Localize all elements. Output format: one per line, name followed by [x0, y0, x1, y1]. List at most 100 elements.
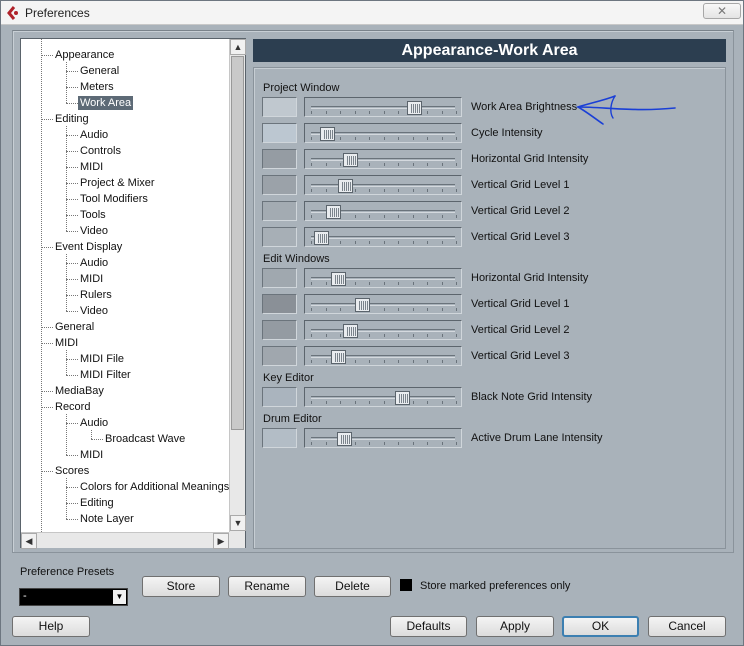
intensity-slider[interactable]	[304, 387, 462, 407]
tree-connector	[91, 439, 103, 440]
slider-tick	[325, 334, 327, 337]
slider-thumb[interactable]	[331, 272, 347, 286]
apply-button[interactable]: Apply	[476, 616, 554, 637]
tree-item[interactable]: Colors for Additional Meanings	[80, 480, 229, 494]
intensity-slider[interactable]	[304, 97, 462, 117]
tree-item[interactable]: MIDI Filter	[80, 368, 131, 382]
slider-tick	[441, 308, 443, 311]
ok-button[interactable]: OK	[562, 616, 639, 637]
rename-button[interactable]: Rename	[228, 576, 306, 597]
intensity-slider[interactable]	[304, 149, 462, 169]
tree-vertical-scrollbar[interactable]: ▲ ▼	[229, 39, 246, 532]
tree-item[interactable]: Editing	[55, 112, 89, 126]
slider-thumb[interactable]	[326, 205, 342, 219]
color-swatch[interactable]	[262, 149, 297, 169]
preset-dropdown[interactable]: - ▼	[19, 588, 128, 606]
cancel-button[interactable]: Cancel	[648, 616, 726, 637]
intensity-slider[interactable]	[304, 320, 462, 340]
tree-item[interactable]: Audio	[80, 256, 108, 270]
scroll-right-arrow-icon[interactable]: ▶	[213, 533, 229, 549]
setting-label: Active Drum Lane Intensity	[471, 432, 603, 444]
slider-tick	[325, 189, 327, 192]
slider-thumb[interactable]	[314, 231, 330, 245]
color-swatch[interactable]	[262, 294, 297, 314]
delete-button[interactable]: Delete	[314, 576, 391, 597]
tree-item[interactable]: MIDI	[80, 272, 103, 286]
tree-item[interactable]: General	[55, 320, 94, 334]
scroll-thumb[interactable]	[231, 56, 244, 430]
tree-horizontal-scrollbar[interactable]: ◀ ▶	[21, 532, 229, 549]
color-swatch[interactable]	[262, 387, 297, 407]
tree-item[interactable]: MIDI	[55, 336, 78, 350]
color-swatch[interactable]	[262, 346, 297, 366]
color-swatch[interactable]	[262, 268, 297, 288]
intensity-slider[interactable]	[304, 428, 462, 448]
scroll-left-arrow-icon[interactable]: ◀	[21, 533, 37, 549]
slider-thumb[interactable]	[343, 153, 359, 167]
slider-thumb[interactable]	[406, 101, 422, 115]
tree-item[interactable]: Editing	[80, 496, 114, 510]
tree-item[interactable]: Project & Mixer	[80, 176, 155, 190]
color-swatch[interactable]	[262, 201, 297, 221]
close-button[interactable]: ✕	[703, 3, 741, 19]
slider-thumb[interactable]	[319, 127, 335, 141]
tree-item[interactable]: Record	[55, 400, 90, 414]
slider-tick	[325, 163, 327, 166]
slider-thumb[interactable]	[338, 179, 354, 193]
tree-item[interactable]: General	[80, 64, 119, 78]
intensity-slider[interactable]	[304, 201, 462, 221]
intensity-slider[interactable]	[304, 346, 462, 366]
tree-item[interactable]: Controls	[80, 144, 121, 158]
intensity-slider[interactable]	[304, 268, 462, 288]
color-swatch[interactable]	[262, 320, 297, 340]
store-marked-checkbox[interactable]	[400, 579, 412, 591]
slider-tick	[311, 401, 312, 404]
tree-connector	[66, 263, 78, 264]
tree-item[interactable]: Scores	[55, 464, 89, 478]
tree-item[interactable]: MIDI File	[80, 352, 124, 366]
tree-item[interactable]: Note Layer	[80, 512, 134, 526]
defaults-button[interactable]: Defaults	[390, 616, 467, 637]
tree-item[interactable]: Rulers	[80, 288, 112, 302]
tree-item[interactable]: Audio	[80, 128, 108, 142]
tree-item[interactable]: Broadcast Wave	[105, 432, 185, 446]
scroll-down-arrow-icon[interactable]: ▼	[230, 515, 246, 531]
tree-item[interactable]: MIDI	[80, 160, 103, 174]
help-button[interactable]: Help	[12, 616, 90, 637]
intensity-slider[interactable]	[304, 227, 462, 247]
slider-tick	[311, 282, 312, 285]
slider-thumb[interactable]	[394, 391, 410, 405]
slider-thumb[interactable]	[355, 298, 371, 312]
slider-tick	[325, 308, 327, 311]
color-swatch[interactable]	[262, 227, 297, 247]
slider-thumb[interactable]	[336, 432, 352, 446]
store-button[interactable]: Store	[142, 576, 220, 597]
section-label: Key Editor	[263, 372, 314, 384]
color-swatch[interactable]	[262, 123, 297, 143]
slider-tick	[354, 111, 356, 114]
tree-item[interactable]: Audio	[80, 416, 108, 430]
slider-tick	[398, 442, 399, 445]
slider-thumb[interactable]	[343, 324, 359, 338]
tree-item[interactable]: Appearance	[55, 48, 114, 62]
color-swatch[interactable]	[262, 97, 297, 117]
scroll-up-arrow-icon[interactable]: ▲	[230, 39, 246, 55]
tree-item[interactable]: Event Display	[55, 240, 122, 254]
color-swatch[interactable]	[262, 428, 297, 448]
slider-thumb[interactable]	[331, 350, 347, 364]
intensity-slider[interactable]	[304, 294, 462, 314]
tree-item[interactable]: Meters	[80, 80, 114, 94]
slider-tick	[441, 241, 443, 244]
tree-item[interactable]: Tools	[80, 208, 106, 222]
slider-tick	[398, 360, 399, 363]
color-swatch[interactable]	[262, 175, 297, 195]
tree-item[interactable]: Video	[80, 304, 108, 318]
tree-item[interactable]: Video	[80, 224, 108, 238]
tree-connector	[41, 327, 53, 328]
intensity-slider[interactable]	[304, 123, 462, 143]
tree-item[interactable]: MediaBay	[55, 384, 104, 398]
tree-item[interactable]: MIDI	[80, 448, 103, 462]
intensity-slider[interactable]	[304, 175, 462, 195]
tree-item[interactable]: Tool Modifiers	[80, 192, 148, 206]
tree-item[interactable]: Work Area	[78, 96, 134, 110]
